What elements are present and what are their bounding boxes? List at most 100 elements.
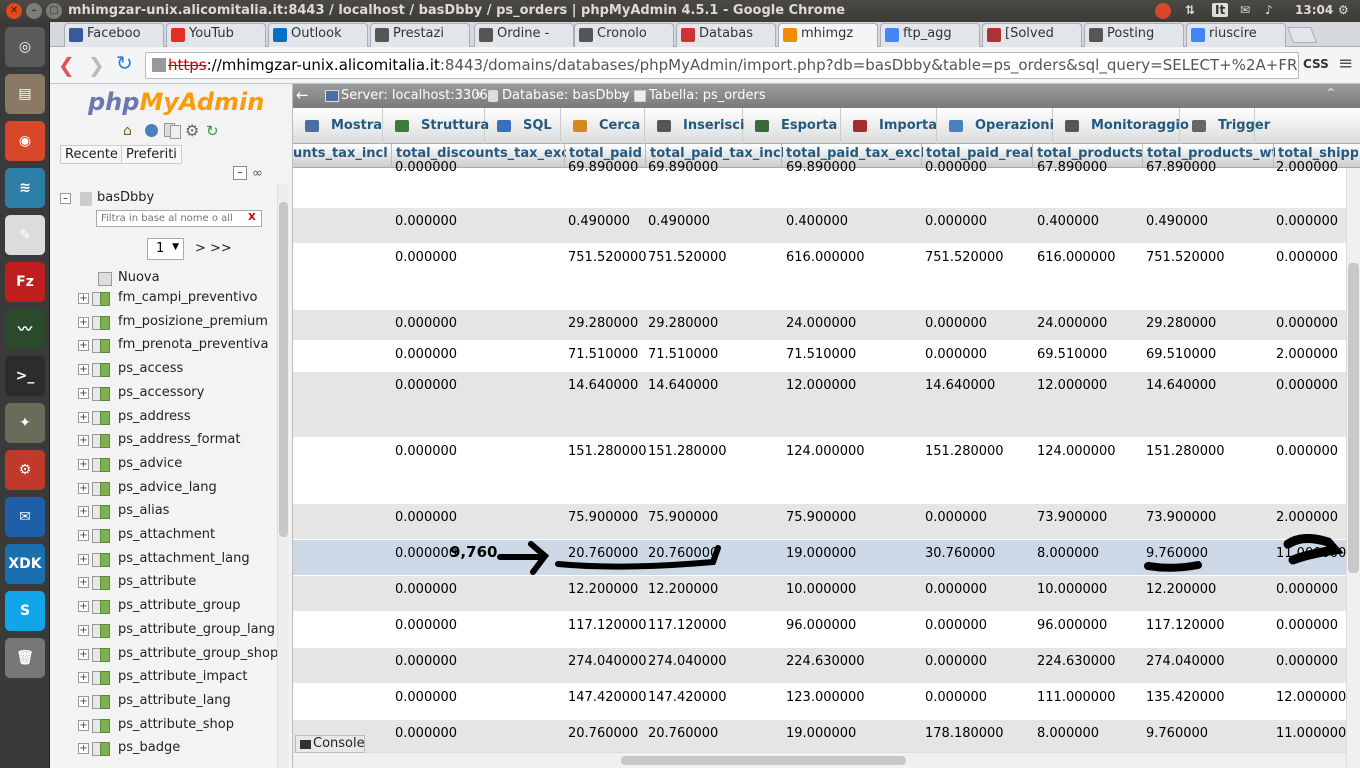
css-extension-icon[interactable]: CSS [1303,57,1329,71]
menu-tab-importa[interactable]: Importa [841,108,937,144]
expand-icon[interactable]: + [78,435,89,447]
table-cell[interactable]: 75.900000 [786,510,856,525]
table-cell[interactable]: 2.000000 [1276,347,1338,362]
table-cell[interactable]: 69.510000 [1037,347,1107,362]
settings-icon[interactable]: ⚙ [185,121,199,140]
table-cell[interactable]: 0.000000 [395,316,457,331]
browser-tab[interactable]: YouTub [166,23,266,47]
expand-icon[interactable]: + [78,458,89,470]
expand-icon[interactable]: + [78,695,89,707]
chrome-icon[interactable]: ◉ [5,121,45,161]
intel-xdk-icon[interactable]: XDK [5,544,45,584]
table-cell[interactable]: 29.280000 [1146,316,1216,331]
db-name[interactable]: basDbby [97,190,154,205]
expand-icon[interactable]: + [78,482,89,494]
table-cell[interactable]: 135.420000 [1146,690,1225,705]
db-expand-toggle[interactable]: – [60,193,71,204]
table-cell[interactable]: 0.000000 [925,160,987,175]
table-cell[interactable]: 2.000000 [1276,160,1338,175]
table-cell[interactable]: 8.000000 [1037,726,1099,741]
table-cell[interactable]: 2.000000 [1276,510,1338,525]
table-cell[interactable]: 69.890000 [648,160,718,175]
table-cell[interactable]: 75.900000 [648,510,718,525]
filezilla-icon[interactable]: Fz [5,262,45,302]
table-cell[interactable]: 751.520000 [1146,250,1225,265]
network-icon[interactable]: ⇅ [1185,3,1195,17]
breadcrumb-server[interactable]: Server: localhost:3306 [341,88,488,103]
favorites-tab[interactable]: Preferiti [121,145,182,164]
table-cell[interactable]: 14.640000 [925,378,995,393]
table-row[interactable]: 0.000000 69.890000 69.890000 69.890000 0.000… [293,160,1346,208]
arrow-left-icon[interactable]: ← [296,86,309,104]
table-cell[interactable]: 0.000000 [395,726,457,741]
expand-icon[interactable]: + [78,719,89,731]
structure-icon[interactable] [100,363,110,378]
expand-icon[interactable]: + [78,743,89,755]
table-cell[interactable]: 151.280000 [568,444,647,459]
volume-icon[interactable]: ♪ [1265,3,1273,17]
column-header[interactable]: total_discounts_tax_excl [396,146,566,161]
table-cell[interactable]: 274.040000 [1146,654,1225,669]
menu-tab-operazioni[interactable]: Operazioni [937,108,1054,144]
table-cell[interactable]: 0.000000 [395,690,457,705]
results-hscrollbar[interactable] [293,752,1346,768]
table-cell[interactable]: 616.000000 [1037,250,1116,265]
table-cell[interactable]: 20.760000 [568,726,638,741]
table-cell[interactable]: 0.000000 [925,654,987,669]
structure-icon[interactable] [100,552,110,567]
table-cell[interactable]: 19.000000 [786,726,856,741]
maximize-window-button[interactable]: □ [46,3,62,19]
structure-icon[interactable] [100,339,110,354]
page-select[interactable]: 1 ▼ [147,238,184,260]
table-cell[interactable]: 9.760000 [1146,726,1208,741]
address-bar[interactable]: https://mhimgzar-unix.alicomitalia.it:84… [145,52,1299,79]
table-cell[interactable]: 96.000000 [786,618,856,633]
table-cell[interactable]: 0.000000 [395,378,457,393]
table-cell[interactable]: 20.760000 [648,726,718,741]
structure-icon[interactable] [100,410,110,425]
reload-nav-icon[interactable]: ↻ [206,122,219,140]
table-filter-input[interactable] [96,210,262,227]
sidebar-scrollbar[interactable] [277,184,289,768]
table-cell[interactable]: 29.280000 [648,316,718,331]
recent-tab[interactable]: Recente [60,145,123,164]
table-cell[interactable]: 0.000000 [925,214,987,229]
column-header[interactable]: total_paid_tax_incl [650,146,783,161]
table-cell[interactable]: 24.000000 [786,316,856,331]
table-cell[interactable]: 0.000000 [1276,444,1338,459]
table-row[interactable]: 0.000000 751.520000 751.520000 616.000000 75… [293,244,1346,310]
sidebar-scroll-thumb[interactable] [279,202,288,537]
table-cell[interactable]: 0.490000 [648,214,710,229]
table-cell[interactable]: 616.000000 [786,250,865,265]
pma-logo[interactable]: phpMyAdmin [88,88,264,116]
table-cell[interactable]: 71.510000 [568,347,638,362]
expand-icon[interactable]: + [78,316,89,328]
table-cell[interactable]: 11.000000 [1276,726,1346,741]
table-cell[interactable]: 12.000000 [786,378,856,393]
table-cell[interactable]: 0.000000 [925,510,987,525]
menu-tab-cerca[interactable]: Cerca [561,108,645,144]
table-cell[interactable]: 224.630000 [786,654,865,669]
column-header[interactable]: total_products_wt [1147,146,1275,161]
collapse-all-button[interactable]: – [233,166,247,180]
collapse-top-icon[interactable]: ⌃ [1325,86,1337,102]
table-cell[interactable]: 0.000000 [395,510,457,525]
table-cell[interactable]: 0.490000 [1146,214,1208,229]
table-cell[interactable]: 73.900000 [1037,510,1107,525]
menu-tab-trigger[interactable]: Trigger [1180,108,1270,144]
structure-icon[interactable] [100,529,110,543]
table-cell[interactable]: 29.280000 [568,316,638,331]
table-cell[interactable]: 0.000000 [395,160,457,175]
table-cell[interactable]: 0.000000 [395,618,457,633]
terminal-icon[interactable]: >_ [5,356,45,396]
table-cell[interactable]: 124.000000 [786,444,865,459]
structure-icon[interactable] [100,434,110,449]
structure-icon[interactable] [100,292,110,306]
expand-icon[interactable]: + [78,340,89,352]
structure-icon[interactable] [100,742,110,757]
column-header[interactable]: total_paid_tax_excl [786,146,923,161]
results-hscroll-thumb[interactable] [621,756,906,765]
browser-tab[interactable]: mhimgz [778,23,878,47]
power-icon[interactable] [1155,3,1171,19]
back-button[interactable]: ❮ [58,53,75,77]
